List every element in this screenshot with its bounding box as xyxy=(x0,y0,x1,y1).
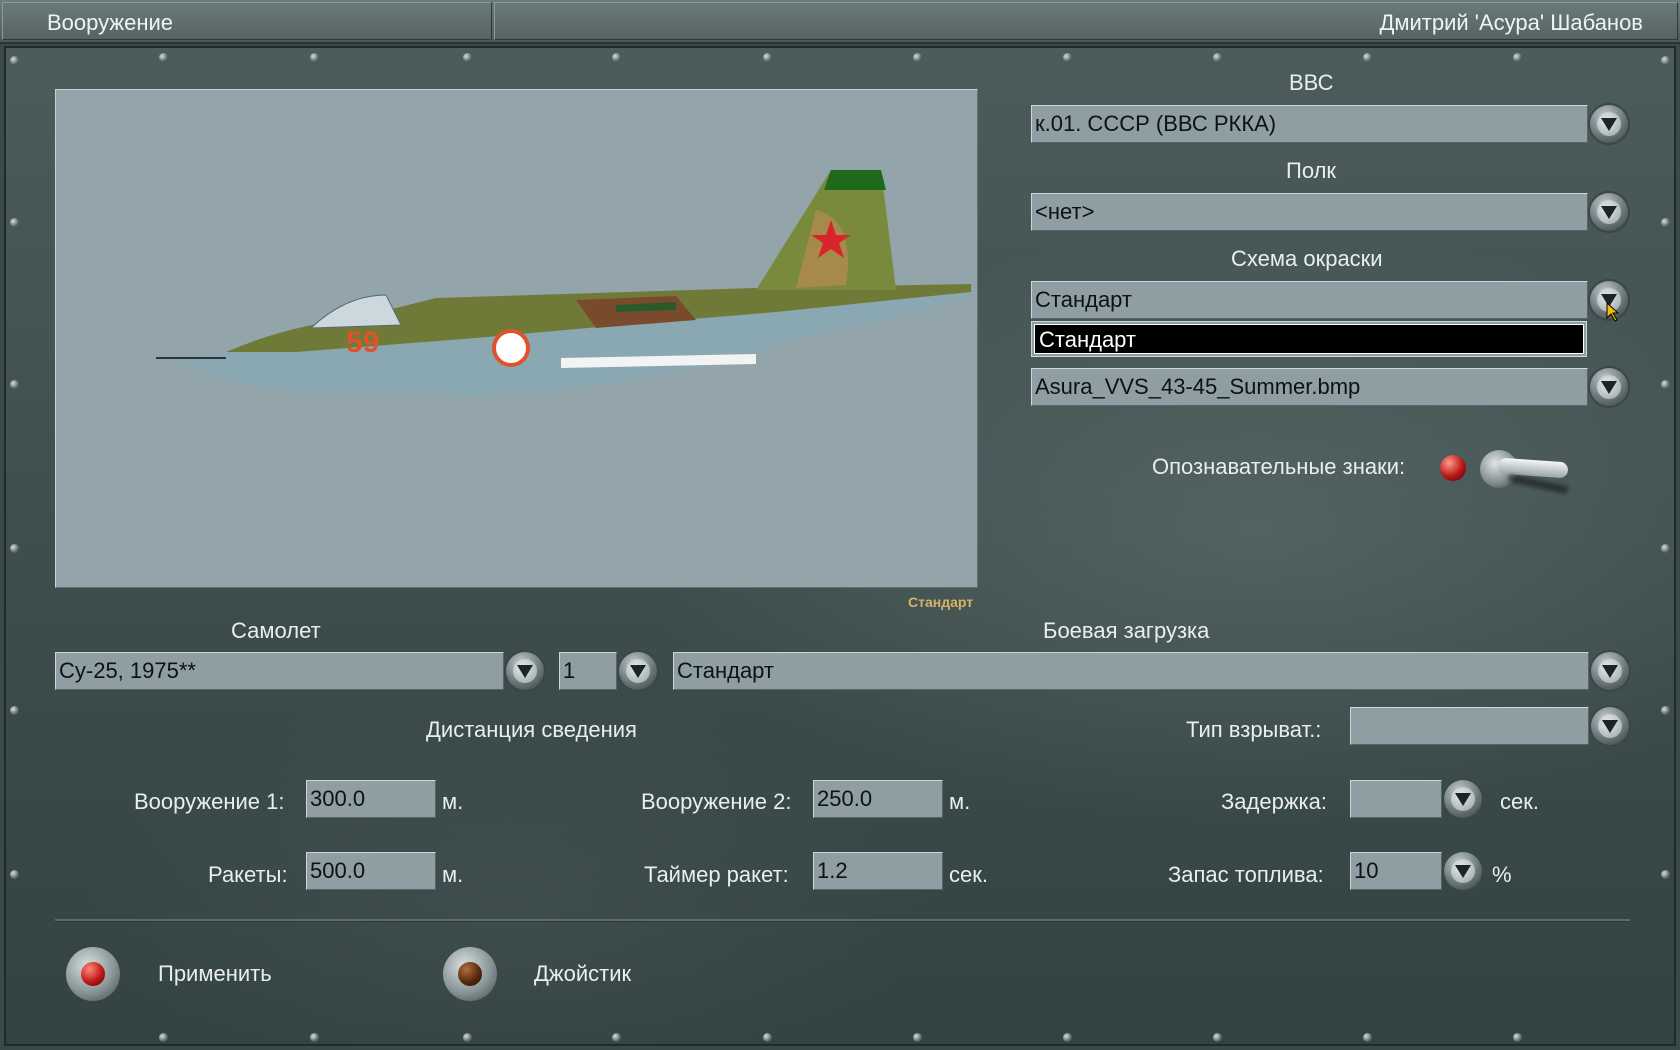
aircraft-select[interactable]: Су-25, 1975** xyxy=(55,652,504,690)
rockets-unit: м. xyxy=(442,862,464,887)
delay-dropdown-button[interactable] xyxy=(1444,780,1482,818)
aircraft-count-select[interactable]: 1 xyxy=(559,652,617,690)
apply-lamp-icon xyxy=(81,962,105,986)
regiment-select[interactable]: <нет> xyxy=(1031,193,1588,231)
joystick-button[interactable] xyxy=(443,947,497,1001)
paint-scheme-option-selected[interactable]: Стандарт xyxy=(1034,324,1584,354)
fuel-label: Запас топлива: xyxy=(1168,862,1324,887)
rocket-timer-input[interactable]: 1.2 xyxy=(813,852,943,890)
markings-indicator-lamp xyxy=(1440,455,1466,481)
rocket-timer-label: Таймер ракет: xyxy=(644,862,789,887)
country-label: ВВС xyxy=(1289,70,1334,95)
aircraft-label: Самолет xyxy=(231,618,321,643)
paint-scheme-dropdown-list[interactable]: Стандарт xyxy=(1031,321,1587,357)
fuze-type-dropdown-button[interactable] xyxy=(1591,707,1629,745)
fuze-type-label: Тип взрыват.: xyxy=(1186,717,1322,742)
skin-file-select[interactable]: Asura_VVS_43-45_Summer.bmp xyxy=(1031,368,1588,406)
su25-aircraft-image: 59 xyxy=(156,170,974,396)
user-name: Дмитрий 'Асура' Шабанов xyxy=(1379,10,1643,35)
weapon2-input[interactable]: 250.0 xyxy=(813,780,943,818)
title-right-segment: Дмитрий 'Асура' Шабанов xyxy=(494,2,1678,40)
svg-text:59: 59 xyxy=(346,326,379,359)
regiment-dropdown-button[interactable] xyxy=(1590,193,1628,231)
weapon1-unit: м. xyxy=(442,789,464,814)
title-bar: Вооружение Дмитрий 'Асура' Шабанов xyxy=(0,0,1680,44)
weapon2-label: Вооружение 2: xyxy=(641,789,792,814)
joystick-lamp-icon xyxy=(458,962,482,986)
paint-scheme-label: Схема окраски xyxy=(1231,246,1383,271)
markings-label: Опознавательные знаки: xyxy=(1152,454,1406,479)
mouse-cursor-icon xyxy=(1606,302,1620,322)
title-left-segment: Вооружение xyxy=(2,2,492,40)
joystick-label[interactable]: Джойстик xyxy=(534,961,631,987)
fuel-dropdown-button[interactable] xyxy=(1444,852,1482,890)
weapon1-label: Вооружение 1: xyxy=(134,789,285,814)
section-title: Вооружение xyxy=(47,10,174,35)
paint-scheme-select[interactable]: Стандарт xyxy=(1031,281,1588,319)
loadout-label: Боевая загрузка xyxy=(1043,618,1210,643)
rockets-label: Ракеты: xyxy=(208,862,288,887)
country-dropdown-button[interactable] xyxy=(1590,105,1628,143)
preview-caption: Стандарт xyxy=(908,594,974,610)
divider xyxy=(55,919,1630,922)
delay-select[interactable] xyxy=(1350,780,1442,818)
apply-button[interactable] xyxy=(66,947,120,1001)
delay-unit: сек. xyxy=(1500,789,1539,814)
fuze-type-select[interactable] xyxy=(1350,707,1589,745)
aircraft-count-dropdown-button[interactable] xyxy=(619,652,657,690)
regiment-label: Полк xyxy=(1286,158,1337,183)
weapon2-unit: м. xyxy=(949,789,971,814)
convergence-heading: Дистанция сведения xyxy=(426,717,637,742)
fuel-select[interactable]: 10 xyxy=(1350,852,1442,890)
weapon1-input[interactable]: 300.0 xyxy=(306,780,436,818)
rocket-timer-unit: сек. xyxy=(949,862,988,887)
country-select[interactable]: к.01. СССР (ВВС РККА) xyxy=(1031,105,1588,143)
loadout-select[interactable]: Стандарт xyxy=(673,652,1589,690)
skin-file-dropdown-button[interactable] xyxy=(1590,368,1628,406)
delay-label: Задержка: xyxy=(1221,789,1328,814)
rockets-input[interactable]: 500.0 xyxy=(306,852,436,890)
markings-toggle-switch[interactable] xyxy=(1478,446,1570,496)
loadout-dropdown-button[interactable] xyxy=(1591,652,1629,690)
apply-label[interactable]: Применить xyxy=(158,961,272,987)
aircraft-dropdown-button[interactable] xyxy=(506,652,544,690)
aircraft-preview: 59 xyxy=(55,89,978,588)
fuel-unit: % xyxy=(1492,862,1512,887)
